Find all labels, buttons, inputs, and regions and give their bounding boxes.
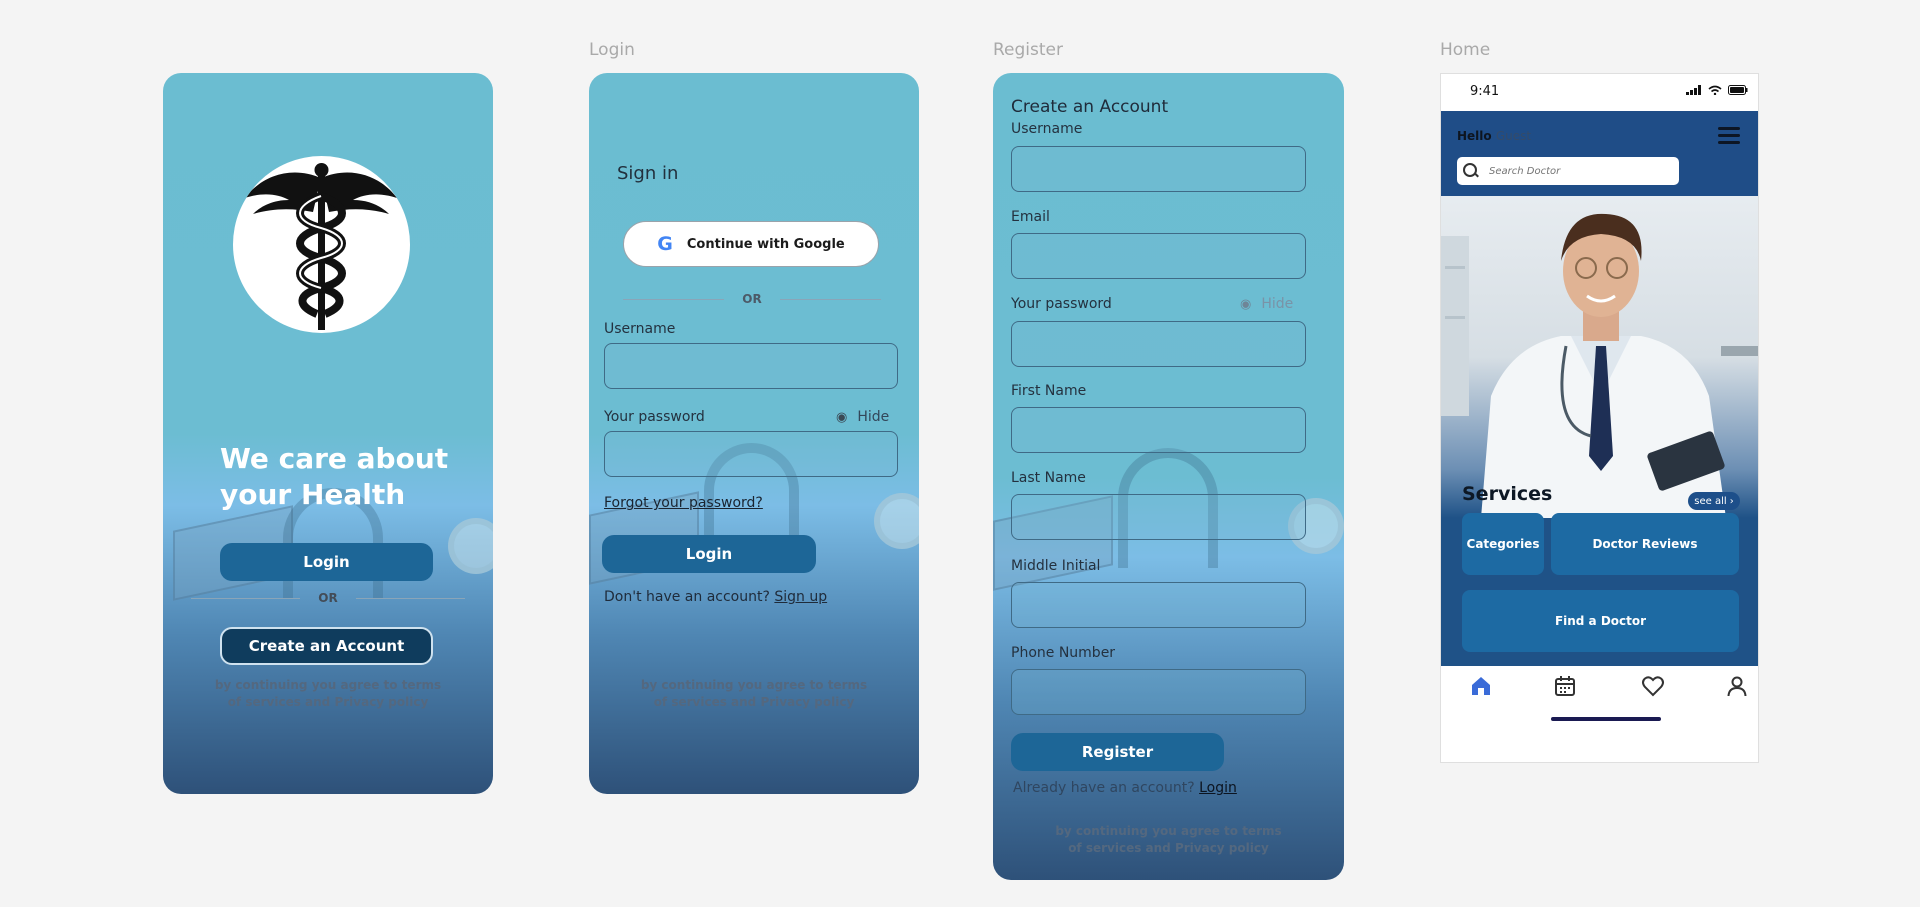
legal-text: by continuing you agree to terms of serv… (640, 678, 868, 709)
frame-label-home: Home (1440, 40, 1491, 60)
search-icon (1463, 163, 1479, 179)
wifi-icon (1708, 85, 1722, 95)
email-label: Email (1011, 209, 1050, 225)
login-button[interactable]: Login (602, 535, 816, 573)
register-screen: Create an Account Username Email Your pa… (993, 73, 1344, 880)
signup-link[interactable]: Sign up (774, 589, 827, 605)
page-title: Create an Account (1011, 97, 1169, 117)
password-label: Your password (604, 409, 705, 425)
heart-icon[interactable] (1641, 674, 1665, 698)
email-field[interactable] (1011, 233, 1306, 279)
password-field[interactable] (1011, 321, 1306, 367)
search-input[interactable] (1489, 165, 1659, 177)
splash-headline: We care about your Health (220, 442, 449, 511)
signal-icon (1686, 85, 1701, 95)
status-time: 9:41 (1470, 84, 1500, 99)
doctor-hero-image (1441, 196, 1758, 518)
home-indicator (1551, 717, 1661, 721)
username-label: Username (1011, 121, 1083, 137)
google-signin-button[interactable]: G Continue with Google (623, 221, 879, 267)
status-bar: 9:41 (1441, 74, 1758, 111)
page-title: Sign in (617, 163, 679, 184)
phone-label: Phone Number (1011, 645, 1116, 661)
login-button[interactable]: Login (220, 543, 433, 581)
login-prompt: Already have an account? Login (1013, 780, 1237, 796)
home-screen: 9:41 Hello Guest Search Doctor Services … (1440, 73, 1759, 763)
username-field[interactable] (604, 343, 898, 389)
last-name-field[interactable] (1011, 494, 1306, 540)
username-field[interactable] (1011, 146, 1306, 192)
eye-off-icon: ◉ (836, 409, 848, 425)
frame-label-register: Register (993, 40, 1063, 60)
home-icon[interactable] (1469, 674, 1493, 698)
password-visibility-toggle[interactable]: ◉ Hide (836, 409, 889, 425)
categories-tile[interactable]: Categories (1462, 513, 1544, 575)
password-label: Your password (1011, 296, 1112, 312)
calendar-icon[interactable] (1553, 674, 1577, 698)
login-link[interactable]: Login (1199, 780, 1237, 796)
or-divider: OR (191, 591, 466, 605)
caduceus-logo (233, 156, 410, 333)
search-bar[interactable] (1457, 157, 1679, 185)
menu-icon[interactable] (1718, 127, 1740, 148)
signup-prompt: Don't have an account? Sign up (604, 589, 828, 605)
find-doctor-tile[interactable]: Find a Doctor (1462, 590, 1739, 652)
create-account-button[interactable]: Create an Account (220, 627, 433, 665)
register-button[interactable]: Register (1011, 733, 1224, 771)
frame-label-login: Login (589, 40, 635, 60)
middle-initial-label: Middle Initial (1011, 558, 1101, 574)
password-field[interactable] (604, 431, 898, 477)
last-name-label: Last Name (1011, 470, 1086, 486)
eye-off-icon: ◉ (1240, 296, 1252, 312)
profile-icon[interactable] (1725, 674, 1749, 698)
chevron-right-icon: › (1729, 495, 1734, 507)
google-icon: G (657, 233, 673, 255)
username-label: Username (604, 321, 676, 337)
login-screen: Sign in G Continue with Google OR Userna… (589, 73, 919, 794)
legal-text: by continuing you agree to terms of serv… (1055, 824, 1282, 855)
first-name-field[interactable] (1011, 407, 1306, 453)
first-name-label: First Name (1011, 383, 1087, 399)
bottom-tab-bar (1441, 666, 1758, 762)
splash-screen: We care about your Health Login OR Creat… (163, 73, 493, 794)
services-title: Services (1462, 483, 1553, 505)
or-divider: OR (623, 292, 882, 306)
doctor-reviews-tile[interactable]: Doctor Reviews (1551, 513, 1739, 575)
home-header: Hello Guest (1441, 111, 1758, 196)
forgot-password-link[interactable]: Forgot your password? (604, 495, 763, 511)
middle-initial-field[interactable] (1011, 582, 1306, 628)
legal-text: by continuing you agree to terms of serv… (214, 678, 442, 709)
greeting: Hello Guest (1457, 129, 1532, 143)
password-visibility-toggle[interactable]: ◉ Hide (1240, 296, 1293, 312)
see-all-button[interactable]: see all › (1688, 492, 1740, 510)
battery-icon (1728, 85, 1748, 95)
phone-field[interactable] (1011, 669, 1306, 715)
